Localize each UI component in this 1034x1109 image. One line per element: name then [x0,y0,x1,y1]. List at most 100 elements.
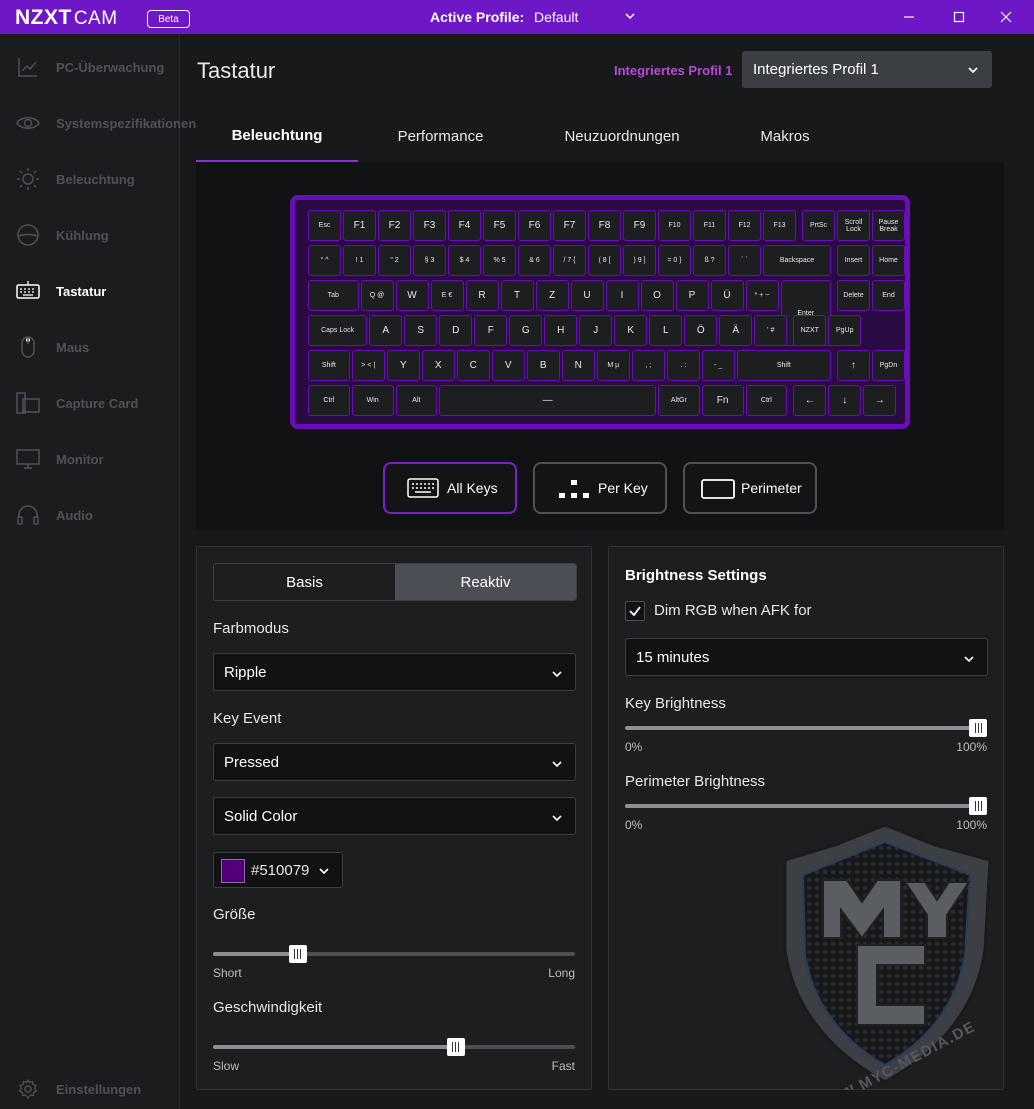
tab-lighting[interactable]: Beleuchtung [196,110,358,162]
keyboard-key[interactable]: Fn [701,385,744,416]
all-keys-button[interactable]: All Keys [383,462,517,514]
keyboard-key[interactable]: Y [386,350,420,381]
perimeter-brightness-thumb[interactable] [969,797,987,815]
keyboard-key[interactable]: , ; [631,350,665,381]
keyboard-key[interactable]: § 3 [413,245,446,276]
keyboard-key[interactable]: M µ [596,350,630,381]
keyboard-key[interactable]: W [395,280,429,311]
key-brightness-slider[interactable] [625,726,987,730]
speed-slider-thumb[interactable] [446,1038,465,1056]
keyboard-key[interactable]: F9 [623,210,656,241]
keyboard-key[interactable]: $ 4 [448,245,481,276]
keyboard-key[interactable]: Ö [684,315,718,346]
keyboard-key[interactable]: > < | [351,350,385,381]
keyboard-key[interactable]: Ü [710,280,744,311]
sidebar-item-system-specs[interactable]: Systemspezifikationen [0,103,196,143]
keyboard-key[interactable]: F11 [693,210,726,241]
keyboard-key[interactable]: F12 [728,210,761,241]
keyboard-key[interactable]: " 2 [378,245,411,276]
tab-macros[interactable]: Makros [721,110,849,162]
keyboard-key[interactable]: ß ? [693,245,726,276]
keyboard-key[interactable]: U [570,280,604,311]
farbmodus-dropdown[interactable]: Ripple [213,653,576,691]
keyboard-key[interactable]: ° ^ [308,245,341,276]
keyboard-key[interactable]: = 0 } [658,245,691,276]
keyboard-key[interactable]: K [614,315,648,346]
keyboard-key[interactable]: % 5 [483,245,516,276]
keyboard-key[interactable]: Pause Break [872,210,905,241]
keyboard-key[interactable]: L [649,315,683,346]
keyboard-key[interactable]: Tab [308,280,359,311]
keyboard-key[interactable]: . : [666,350,700,381]
keyboard-key[interactable]: V [491,350,525,381]
keyboard-key[interactable]: A [369,315,403,346]
sidebar-item-settings[interactable]: Einstellungen [0,1069,180,1109]
keyboard-key[interactable]: → [863,385,897,416]
keyboard-key[interactable]: Home [872,245,905,276]
keyboard-key[interactable]: / 7 { [553,245,586,276]
sidebar-item-capture-card[interactable]: Capture Card [0,383,180,423]
keyboard-key[interactable]: — [439,385,656,416]
keyboard-key[interactable]: PgDn [872,350,905,381]
color-mode-dropdown[interactable]: Solid Color [213,797,576,835]
keyboard-key[interactable]: E € [430,280,464,311]
keyboard-key[interactable]: ` ´ [728,245,761,276]
keyboard-key[interactable]: T [500,280,534,311]
keyboard-key[interactable]: Win [351,385,394,416]
keyboard-key[interactable]: Shift [308,350,350,381]
maximize-icon[interactable] [950,8,968,26]
keyboard-key[interactable]: R [465,280,499,311]
keyboard-key[interactable]: S [404,315,438,346]
key-event-dropdown[interactable]: Pressed [213,743,576,781]
segment-basis[interactable]: Basis [214,564,395,600]
keyboard-key[interactable]: O [640,280,674,311]
keyboard-key[interactable]: G [509,315,543,346]
sidebar-item-monitor[interactable]: Monitor [0,439,180,479]
segment-reaktiv[interactable]: Reaktiv [395,564,576,600]
keyboard-key[interactable]: J [579,315,613,346]
profile-select[interactable]: Integriertes Profil 1 [742,51,992,88]
keyboard-key[interactable]: F4 [448,210,481,241]
keyboard-key[interactable]: Ä [719,315,753,346]
keyboard-key[interactable]: Alt [395,385,438,416]
keyboard-key[interactable]: X [421,350,455,381]
tab-performance[interactable]: Performance [358,110,523,162]
perimeter-brightness-slider[interactable] [625,804,987,808]
keyboard-key[interactable]: Q @ [360,280,394,311]
keyboard-key[interactable]: Ctrl [745,385,788,416]
keyboard-key[interactable]: ' # [754,315,788,346]
sidebar-item-audio[interactable]: Audio [0,495,180,535]
close-icon[interactable] [997,8,1015,26]
keyboard-key[interactable]: End [872,280,905,311]
keyboard-key[interactable]: H [544,315,578,346]
active-profile-value[interactable]: Default [534,9,578,25]
size-slider-thumb[interactable] [288,945,307,963]
key-brightness-thumb[interactable] [969,719,987,737]
keyboard-key[interactable]: F3 [413,210,446,241]
keyboard-key[interactable]: F10 [658,210,691,241]
keyboard-key[interactable]: Ctrl [308,385,350,416]
dim-duration-dropdown[interactable]: 15 minutes [625,638,988,676]
dim-checkbox[interactable] [625,601,645,621]
keyboard-key[interactable]: ( 8 [ [588,245,621,276]
keyboard-key[interactable]: Z [535,280,569,311]
perimeter-button[interactable]: Perimeter [683,462,817,514]
profile-link[interactable]: Integriertes Profil 1 [614,63,732,78]
keyboard-key[interactable]: AltGr [658,385,700,416]
keyboard-key[interactable]: ! 1 [343,245,376,276]
sidebar-item-mouse[interactable]: Maus [0,327,180,367]
sidebar-item-keyboard[interactable]: Tastatur [0,271,180,311]
minimize-icon[interactable] [900,8,918,26]
keyboard-key[interactable]: PrtSc [802,210,835,241]
keyboard-key[interactable]: F6 [518,210,551,241]
sidebar-item-cooling[interactable]: Kühlung [0,215,180,255]
tab-remapping[interactable]: Neuzuordnungen [523,110,721,162]
keyboard-key[interactable]: NZXT [793,315,827,346]
keyboard-key[interactable]: Esc [308,210,341,241]
keyboard-key[interactable]: Caps Lock [308,315,368,346]
keyboard-key[interactable]: F1 [343,210,376,241]
sidebar-item-lighting[interactable]: Beleuchtung [0,159,180,199]
sidebar-item-pc-monitoring[interactable]: PC-Überwachung [0,47,180,87]
keyboard-key[interactable]: I [605,280,639,311]
keyboard-key[interactable]: & 6 [518,245,551,276]
